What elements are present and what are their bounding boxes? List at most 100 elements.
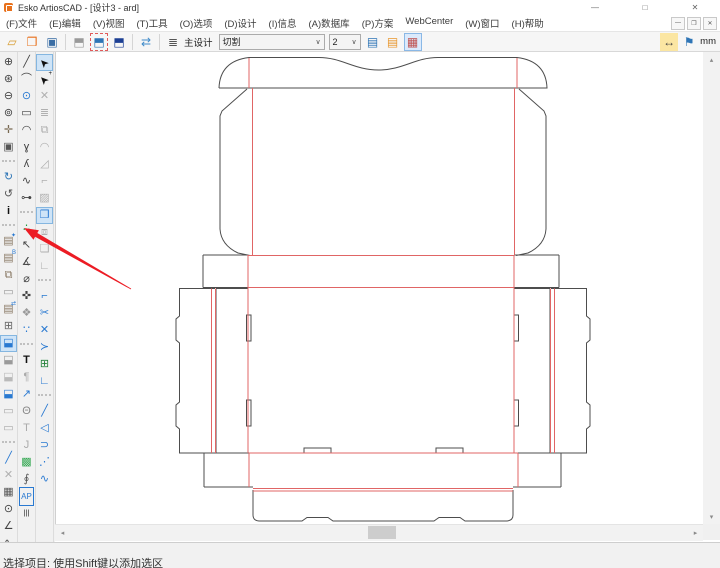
segment-tool[interactable]: ⊶ xyxy=(18,190,35,207)
board-plain-tool[interactable]: ▭ xyxy=(0,284,17,301)
angle-tool[interactable]: ∡ xyxy=(18,254,35,271)
cut-line-11[interactable] xyxy=(304,448,463,453)
panels-tool[interactable]: ❏ xyxy=(36,241,53,258)
window-frame-tool[interactable]: ⊞ xyxy=(0,318,17,335)
add-to-3d-button[interactable]: ⬒ xyxy=(90,33,108,51)
maximize-button[interactable]: □ xyxy=(620,0,670,15)
menu-options[interactable]: (O)选项 xyxy=(174,16,219,30)
cubes-stack-tool[interactable]: ⧈ xyxy=(36,224,53,241)
extend-tool[interactable]: ≻ xyxy=(36,339,53,356)
close-button[interactable]: ✕ xyxy=(670,0,720,15)
zoom-level-combo[interactable]: 2∨ xyxy=(329,34,361,50)
clip-tool[interactable]: ∮ xyxy=(18,471,35,488)
scale-to-fit-tool[interactable]: ▣ xyxy=(0,139,17,156)
fillet-tool[interactable]: ◠ xyxy=(36,139,53,156)
view-3d-button[interactable]: ⬒ xyxy=(110,33,128,51)
perspective-tool[interactable]: ∠ xyxy=(0,518,17,535)
board-star-tool[interactable]: ▤✦ xyxy=(0,233,17,250)
crease-line-7[interactable] xyxy=(249,453,518,487)
delete-tool[interactable]: ✕ xyxy=(36,88,53,105)
child-restore-button[interactable]: ❐ xyxy=(687,17,701,30)
wave-tool[interactable]: ∿ xyxy=(18,173,35,190)
cut-line-2[interactable] xyxy=(516,89,546,256)
zoom-out-tool[interactable]: ⊖ xyxy=(0,88,17,105)
measure-angle-tool[interactable]: ◁ xyxy=(36,420,53,437)
frame-b-tool[interactable]: ▭ xyxy=(0,420,17,437)
bend-gray-tool[interactable]: ∟ xyxy=(36,258,53,275)
menu-webcenter[interactable]: WebCenter xyxy=(399,16,459,30)
cut-line-0[interactable] xyxy=(219,58,547,89)
scroll-right-icon[interactable]: ▸ xyxy=(688,525,703,540)
main-design-button[interactable]: ≣ xyxy=(164,33,182,51)
units-toggle-button[interactable]: ↔ xyxy=(660,33,678,51)
radius-tool[interactable]: ⌀ xyxy=(18,271,35,288)
menu-project[interactable]: (P)方案 xyxy=(356,16,400,30)
paragraph-tool[interactable]: ¶ xyxy=(18,369,35,386)
mirror-tool[interactable]: ▨ xyxy=(36,190,53,207)
offset-points-tool[interactable]: ∵ xyxy=(18,322,35,339)
point-move-tool[interactable]: ↖ xyxy=(18,237,35,254)
spline-handles-tool[interactable]: ʎ xyxy=(18,156,35,173)
drawing-canvas[interactable] xyxy=(55,52,703,524)
board-stack-tool[interactable]: ⧉ xyxy=(0,267,17,284)
sheets-tool[interactable]: ≣ xyxy=(36,105,53,122)
ap-label-tool[interactable]: AP xyxy=(18,488,35,505)
crease-line-1[interactable] xyxy=(253,88,515,255)
diag-line-tool[interactable]: ╱ xyxy=(0,450,17,467)
frame-a-tool[interactable]: ▭ xyxy=(0,403,17,420)
layer-highlight-button[interactable]: ▤ xyxy=(384,33,402,51)
child-close-button[interactable]: ✕ xyxy=(703,17,717,30)
cut-line-4[interactable] xyxy=(176,289,215,454)
text-tool[interactable]: T xyxy=(18,352,35,369)
hatch-fill-tool[interactable]: ▩ xyxy=(18,454,35,471)
design-info-tool[interactable]: i xyxy=(0,203,17,220)
layer-type-combo[interactable]: 切割∨ xyxy=(219,34,325,50)
transform-tool[interactable]: ❖ xyxy=(18,305,35,322)
convert-3d-button[interactable]: ⬒ xyxy=(70,33,88,51)
workspace-swap-button[interactable]: ⇄ xyxy=(137,33,155,51)
cut-line-6[interactable] xyxy=(216,289,550,454)
cut-line-10[interactable] xyxy=(247,315,519,426)
rectangle-tool[interactable]: ▭ xyxy=(18,105,35,122)
board-b-tool[interactable]: ▤B xyxy=(0,250,17,267)
save-button[interactable]: ▣ xyxy=(43,33,61,51)
select-add-tool[interactable]: ➤+ xyxy=(36,71,53,88)
zoom-region-tool[interactable]: ⊚ xyxy=(0,105,17,122)
points-tool[interactable]: ∴ xyxy=(18,220,35,237)
crease-line-8[interactable] xyxy=(253,489,513,492)
curve-tool[interactable]: ◠ xyxy=(18,122,35,139)
menu-info[interactable]: (I)信息 xyxy=(263,16,303,30)
zoom-previous-tool[interactable]: ⊛ xyxy=(0,71,17,88)
menu-window[interactable]: (W)窗口 xyxy=(459,16,505,30)
vertical-scrollbar[interactable]: ▴ ▾ xyxy=(703,52,720,524)
trim-tool[interactable]: ✂ xyxy=(36,305,53,322)
board-split-tool[interactable]: ▤⇄ xyxy=(0,301,17,318)
duplicate-tool[interactable]: ⧉ xyxy=(36,122,53,139)
cut-line-3[interactable] xyxy=(203,255,559,288)
line-tool[interactable]: ╱ xyxy=(18,54,35,71)
child-minimize-button[interactable]: — xyxy=(671,17,685,30)
rebuild-tool[interactable]: ↻ xyxy=(0,169,17,186)
crease-line-5[interactable] xyxy=(212,289,555,454)
cut-line-9[interactable] xyxy=(253,490,513,521)
fill-outline-tool[interactable]: ⬓ xyxy=(0,369,17,386)
cut-line-5[interactable] xyxy=(551,289,590,454)
cross-gray-tool[interactable]: ✕ xyxy=(0,467,17,484)
corner-gray-tool[interactable]: ⌐ xyxy=(36,173,53,190)
menu-file[interactable]: (F)文件 xyxy=(0,16,43,30)
crease-line-4[interactable] xyxy=(248,255,514,453)
divide-tool[interactable]: ⋰ xyxy=(36,454,53,471)
horizontal-scrollbar[interactable]: ◂ ▸ xyxy=(55,524,703,541)
text-italic-tool[interactable]: T xyxy=(18,420,35,437)
minimize-button[interactable]: — xyxy=(570,0,620,15)
fill-blue-tool[interactable]: ⬓ xyxy=(0,386,17,403)
menu-design[interactable]: (D)设计 xyxy=(218,16,262,30)
measure-line-tool[interactable]: ╱ xyxy=(36,403,53,420)
overview-button[interactable]: ⚑ xyxy=(680,33,698,51)
dieline-view-toggle[interactable]: ▦ xyxy=(404,33,422,51)
run-standard-button[interactable]: ❒ xyxy=(23,33,41,51)
open-button[interactable]: ▱ xyxy=(3,33,21,51)
horizontal-scroll-thumb[interactable] xyxy=(368,526,396,539)
move-tool[interactable]: ✜ xyxy=(18,288,35,305)
scroll-left-icon[interactable]: ◂ xyxy=(55,525,70,540)
